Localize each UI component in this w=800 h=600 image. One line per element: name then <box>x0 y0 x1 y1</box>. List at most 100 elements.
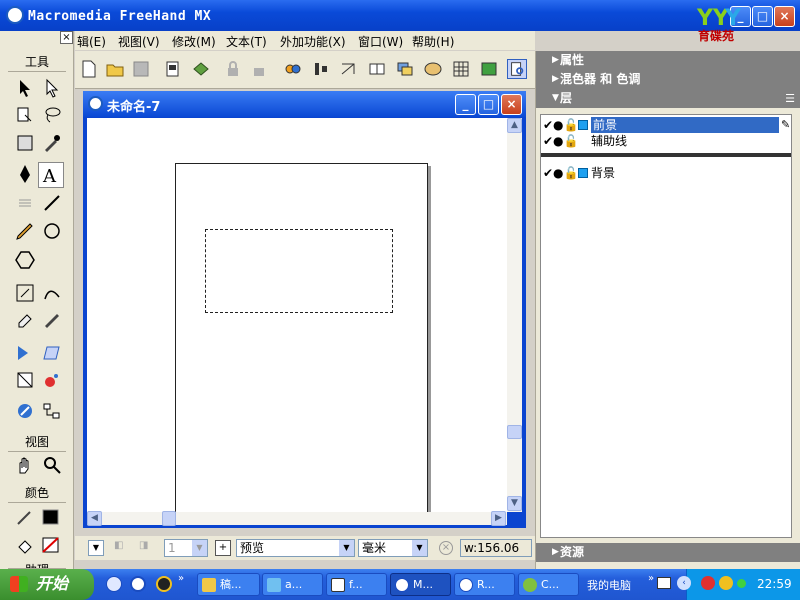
qq-icon[interactable] <box>156 576 172 592</box>
menu-edit[interactable]: 辑(E) <box>77 33 106 50</box>
document-page[interactable] <box>175 163 428 519</box>
scroll-right-icon[interactable]: ▶ <box>491 511 506 526</box>
hand-tool-icon[interactable] <box>13 453 37 477</box>
text-box-selection[interactable] <box>205 229 393 313</box>
mixer-panel-header[interactable]: ▶ 混色器 和 色调 <box>536 70 800 89</box>
task-button[interactable]: C... <box>518 573 579 596</box>
panel-options-icon[interactable]: ☰ <box>785 89 795 108</box>
doc-maximize-button[interactable]: □ <box>478 94 499 115</box>
menu-text[interactable]: 文本(T) <box>226 33 267 50</box>
page-dropdown-icon[interactable]: ▼ <box>88 540 104 556</box>
vertical-scroll-thumb[interactable] <box>507 425 522 439</box>
page-number-dropdown-icon[interactable]: ▼ <box>192 540 207 556</box>
unit-dropdown-icon[interactable]: ▼ <box>412 540 427 556</box>
freehand-quicklaunch-icon[interactable] <box>130 576 146 592</box>
fill-color-swatch[interactable] <box>40 533 64 557</box>
task-button[interactable]: a... <box>262 573 323 596</box>
document-canvas[interactable] <box>87 118 507 519</box>
connector-tool-icon[interactable] <box>13 399 37 423</box>
library-icon[interactable] <box>367 59 387 79</box>
scroll-left-icon[interactable]: ◀ <box>87 511 102 526</box>
freeform-tool-icon[interactable] <box>40 281 64 305</box>
subselect-tool-icon[interactable] <box>40 76 64 100</box>
spray-tool-icon[interactable] <box>40 368 64 392</box>
menu-modify[interactable]: 修改(M) <box>172 33 216 50</box>
crop-tool-icon[interactable] <box>13 131 37 155</box>
line-tool-icon[interactable] <box>40 191 64 215</box>
save-icon[interactable] <box>131 59 151 79</box>
layer-row[interactable]: ✔●🔓 背景 <box>543 165 789 181</box>
text-tool-icon[interactable]: A <box>38 162 64 188</box>
layer-name[interactable]: 背景 <box>591 165 615 181</box>
layer-name[interactable]: 辅助线 <box>591 133 627 149</box>
align-lines-icon[interactable] <box>13 191 37 215</box>
layer-color-swatch[interactable] <box>578 120 588 130</box>
menu-view[interactable]: 视图(V) <box>118 33 160 50</box>
import-icon[interactable] <box>163 59 183 79</box>
zoom-tool-icon[interactable] <box>40 453 64 477</box>
menu-xtras[interactable]: 外加功能(X) <box>280 33 346 50</box>
scroll-down-icon[interactable]: ▼ <box>507 496 522 511</box>
find-replace-icon[interactable] <box>507 59 527 79</box>
antivirus-icon[interactable] <box>701 576 715 590</box>
view-mode-select[interactable]: 预览 ▼ <box>236 539 355 557</box>
pointer-tool-icon[interactable] <box>13 76 37 100</box>
my-computer-label[interactable]: 我的电脑 <box>587 577 631 593</box>
layer-row[interactable]: ✔●🔓 前景 ✎ <box>543 117 790 133</box>
keyboard-icon[interactable] <box>657 577 671 589</box>
lasso-tool-icon[interactable] <box>40 103 64 127</box>
grid-icon[interactable] <box>451 59 471 79</box>
unlock-icon[interactable] <box>249 59 269 79</box>
layer-visible-icon[interactable]: ✔●🔓 <box>543 133 578 149</box>
eraser-tool-icon[interactable] <box>13 307 37 331</box>
page-number-select[interactable]: 1 ▼ <box>164 539 208 557</box>
ellipse-tool-icon[interactable] <box>40 219 64 243</box>
knife-tool-icon[interactable] <box>40 307 64 331</box>
menu-window[interactable]: 窗口(W) <box>358 33 403 50</box>
chevron-icon[interactable]: » <box>648 573 654 584</box>
task-button-active[interactable]: M... <box>390 573 451 596</box>
doc-close-button[interactable]: × <box>501 94 522 115</box>
layer-visible-icon[interactable]: ✔●🔓 <box>543 117 578 133</box>
next-page-icon[interactable]: ◨ <box>139 540 155 556</box>
export-icon[interactable] <box>191 59 211 79</box>
lock-icon[interactable] <box>223 59 243 79</box>
cancel-icon[interactable]: × <box>439 541 453 555</box>
join-icon[interactable] <box>283 59 303 79</box>
align-icon[interactable] <box>311 59 331 79</box>
layer-visible-icon[interactable]: ✔●🔓 <box>543 165 578 181</box>
swatches-icon[interactable] <box>479 59 499 79</box>
color-mixer-icon[interactable] <box>423 59 443 79</box>
horizontal-scrollbar[interactable]: ◀ ▶ <box>87 511 507 526</box>
stroke-color-icon[interactable] <box>13 505 37 529</box>
transform-icon[interactable] <box>339 59 359 79</box>
smiley-icon[interactable] <box>719 576 733 590</box>
assets-panel-header[interactable]: ▶ 资源 <box>536 543 800 562</box>
collapse-tray-icon[interactable]: ‹ <box>677 576 691 590</box>
scroll-up-icon[interactable]: ▲ <box>507 118 522 133</box>
pen-tool-icon[interactable] <box>13 162 37 186</box>
page-tool-icon[interactable] <box>13 103 37 127</box>
horizontal-scroll-thumb[interactable] <box>162 511 176 526</box>
layer-name[interactable]: 前景 <box>591 117 779 133</box>
task-button[interactable]: f... <box>326 573 387 596</box>
layers-icon[interactable] <box>395 59 415 79</box>
view-mode-dropdown-icon[interactable]: ▼ <box>339 540 354 556</box>
scale-tool-icon[interactable] <box>13 281 37 305</box>
envelope-tool-icon[interactable] <box>13 368 37 392</box>
start-button[interactable]: 开始 <box>0 569 94 600</box>
chart-tool-icon[interactable] <box>40 399 64 423</box>
task-button[interactable]: R... <box>454 573 515 596</box>
unit-select[interactable]: 毫米 ▼ <box>358 539 428 557</box>
status-dot-icon[interactable] <box>737 579 746 588</box>
mirror-tool-icon[interactable] <box>13 341 37 365</box>
ie-icon[interactable] <box>106 576 122 592</box>
polygon-tool-icon[interactable] <box>13 248 37 272</box>
properties-panel-header[interactable]: ▶ 属性 <box>536 51 800 70</box>
stroke-color-swatch[interactable] <box>40 505 64 529</box>
doc-minimize-button[interactable]: _ <box>455 94 476 115</box>
layer-row[interactable]: ✔●🔓 辅助线 <box>543 133 789 149</box>
close-button[interactable]: × <box>774 6 795 27</box>
layers-panel-header[interactable]: ▼ 层 ☰ <box>536 89 800 108</box>
task-button[interactable]: 稿... <box>197 573 260 596</box>
